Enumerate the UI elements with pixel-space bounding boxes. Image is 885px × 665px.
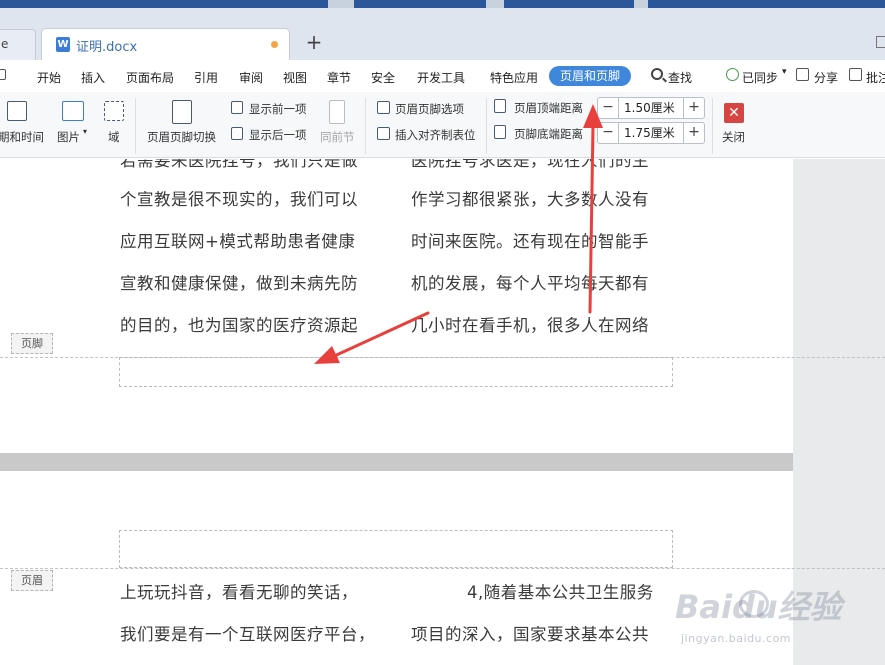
field-icon[interactable] [104, 101, 124, 121]
menu-find[interactable]: 查找 [668, 69, 692, 86]
header-edit-area[interactable] [119, 530, 673, 568]
chevron-down-icon[interactable]: ▾ [782, 67, 787, 77]
show-next-icon[interactable] [231, 127, 243, 140]
insert-tab-stop-icon[interactable] [377, 127, 390, 140]
insert-tab-stop-button[interactable]: 插入对齐制表位 [395, 127, 476, 143]
footer-distance-decrease-button[interactable]: − [597, 122, 619, 144]
header-footer-switch-button[interactable]: 页眉页脚切换 [147, 129, 216, 145]
text-line: 作学习都很紧张，大多数人没有 [411, 190, 649, 209]
header-top-distance-label: 页眉顶端距离 [514, 101, 583, 115]
menu-review[interactable]: 审阅 [239, 69, 263, 86]
same-as-previous-button: 同前节 [320, 130, 355, 144]
tab-previous-document[interactable]: e [0, 29, 36, 60]
close-header-footer-button[interactable]: 关闭 [722, 129, 745, 145]
show-next-button[interactable]: 显示后一项 [249, 127, 307, 143]
text-line: 上玩玩抖音，看看无聊的笑话， [120, 583, 358, 602]
menu-special[interactable]: 特色应用 [490, 69, 538, 86]
footer-tag: 页脚 [11, 333, 53, 354]
ribbon-separator [712, 98, 713, 154]
chevron-down-icon[interactable]: ▾ [83, 127, 87, 136]
sync-icon [726, 68, 739, 81]
tab-previous-label: e [1, 37, 9, 51]
window-control-icon[interactable] [876, 36, 885, 48]
text-line: 机的发展，每个人平均每天都有 [411, 274, 649, 293]
menu-developer[interactable]: 开发工具 [417, 69, 465, 86]
field-button[interactable]: 域 [108, 129, 120, 145]
same-as-previous-icon [329, 100, 345, 124]
header-distance-input[interactable]: 1.50厘米 [618, 97, 684, 119]
text-line: 宣教和健康保健，做到未病先防 [120, 274, 358, 293]
calendar-icon[interactable] [7, 101, 27, 121]
title-bar: e W 证明.docx + [0, 0, 885, 60]
document-page-1[interactable] [0, 159, 793, 453]
menu-header-footer[interactable]: 页眉和页脚 [549, 66, 631, 86]
menu-insert[interactable]: 插入 [81, 69, 105, 86]
baidu-watermark-logo: Baidu经验 jingyan.baidu.com [675, 580, 880, 660]
text-line: 应用互联网+模式帮助患者健康 [120, 232, 356, 251]
sync-status[interactable]: 已同步 [742, 69, 778, 86]
text-line: 我们要是有一个互联网医疗平台， [120, 625, 375, 644]
menu-references[interactable]: 引用 [194, 69, 218, 86]
text-line: 项目的深入，国家要求基本公共 [411, 625, 649, 644]
text-line: 时间来医院。还有现在的智能手 [411, 232, 649, 251]
menu-section[interactable]: 章节 [327, 69, 351, 86]
share-icon [796, 68, 809, 81]
header-distance-decrease-button[interactable]: − [597, 97, 619, 119]
ribbon-separator [486, 98, 487, 154]
header-boundary-line [0, 568, 885, 569]
watermark-url: jingyan.baidu.com [681, 632, 792, 645]
header-tag: 页眉 [11, 570, 53, 591]
footer-bottom-distance-label: 页脚底端距离 [514, 127, 583, 141]
share-button[interactable]: 分享 [814, 69, 838, 86]
ribbon-separator [365, 98, 366, 154]
header-distance-increase-button[interactable]: + [683, 97, 705, 119]
tab-document[interactable]: W 证明.docx [41, 28, 290, 60]
footer-edit-area[interactable] [119, 357, 673, 387]
comment-button[interactable]: 批注 [866, 69, 885, 86]
header-footer-options-button[interactable]: 页眉页脚选项 [395, 101, 464, 117]
footer-distance-stepper[interactable]: − 1.75厘米 + [597, 122, 707, 144]
comment-icon [849, 68, 862, 81]
ribbon-separator [135, 98, 136, 154]
menu-page-layout[interactable]: 页面布局 [126, 69, 174, 86]
new-tab-button[interactable]: + [304, 31, 324, 53]
unsaved-dot-icon [271, 41, 278, 48]
header-top-distance-icon [494, 99, 506, 113]
show-previous-button[interactable]: 显示前一项 [249, 101, 307, 117]
header-footer-options-icon[interactable] [377, 101, 390, 114]
file-menu-icon[interactable] [0, 69, 6, 80]
close-icon[interactable]: ✕ [724, 103, 744, 123]
menu-view[interactable]: 视图 [283, 69, 307, 86]
footer-distance-input[interactable]: 1.75厘米 [618, 122, 684, 144]
header-footer-switch-icon[interactable] [172, 100, 192, 124]
header-distance-stepper[interactable]: − 1.50厘米 + [597, 97, 707, 119]
text-line: 4,随着基本公共卫生服务 [467, 583, 654, 602]
text-line: 几小时在看手机，很多人在网络 [411, 316, 649, 335]
picture-icon[interactable] [62, 101, 84, 121]
text-line: 个宣教是很不现实的，我们可以 [120, 190, 358, 209]
show-previous-icon[interactable] [231, 101, 243, 114]
footer-distance-increase-button[interactable]: + [683, 122, 705, 144]
window-top-strip [0, 0, 885, 8]
footer-bottom-distance-icon [494, 125, 506, 139]
tab-document-label: 证明.docx [76, 40, 138, 55]
page-gap [0, 453, 793, 471]
search-icon[interactable] [651, 68, 663, 80]
menu-security[interactable]: 安全 [371, 69, 395, 86]
watermark-brand: Baidu经验 [675, 588, 842, 626]
date-time-button[interactable]: 期和时间 [0, 129, 44, 145]
word-doc-icon: W [56, 37, 70, 52]
menu-start[interactable]: 开始 [37, 69, 61, 86]
picture-button[interactable]: 图片 [57, 129, 80, 145]
text-line: 的目的，也为国家的医疗资源起 [120, 316, 358, 335]
